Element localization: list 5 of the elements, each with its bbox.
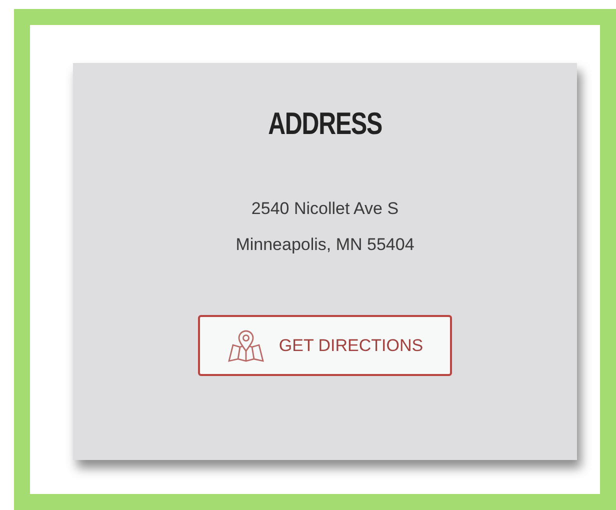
address-line: Minneapolis, MN 55404 [236, 234, 414, 256]
address-line: 2540 Nicollet Ave S [251, 198, 399, 220]
card-title: ADDRESS [268, 108, 382, 139]
get-directions-button[interactable]: GET DIRECTIONS [198, 315, 452, 376]
map-pin-icon [226, 328, 265, 362]
